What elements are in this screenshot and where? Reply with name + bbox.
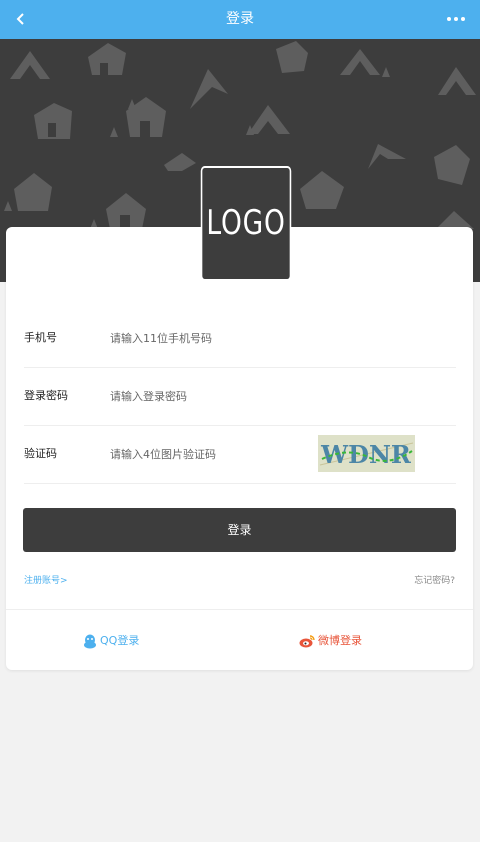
captcha-image[interactable]: WDNR: [318, 435, 415, 472]
qq-login-label: QQ登录: [100, 634, 140, 647]
password-row: 登录密码: [24, 367, 456, 426]
divider: [6, 609, 473, 610]
login-card: 手机号 登录密码 验证码 WDNR 登录 注册账号> 忘记密码? QQ登录: [6, 227, 473, 670]
top-nav-bar: 登录: [0, 0, 480, 39]
phone-input[interactable]: [110, 323, 310, 353]
weibo-icon: [299, 635, 315, 648]
captcha-row: 验证码 WDNR: [24, 425, 456, 484]
phone-label: 手机号: [24, 331, 57, 344]
phone-row: 手机号: [24, 309, 456, 368]
forgot-password-link[interactable]: 忘记密码?: [414, 573, 455, 586]
qq-login-button[interactable]: QQ登录: [83, 630, 139, 652]
captcha-text: WDNR: [320, 440, 412, 469]
qq-icon: [84, 634, 96, 648]
weibo-login-button[interactable]: 微博登录: [299, 630, 362, 652]
captcha-input[interactable]: [110, 439, 310, 469]
page-title: 登录: [226, 11, 254, 27]
app-logo: LOGO: [200, 166, 292, 281]
captcha-label: 验证码: [24, 447, 57, 460]
password-input[interactable]: [110, 381, 310, 411]
more-dots-icon[interactable]: [444, 9, 468, 29]
weibo-login-label: 微博登录: [318, 634, 362, 647]
register-link[interactable]: 注册账号>: [24, 573, 68, 586]
login-button[interactable]: 登录: [23, 508, 456, 552]
password-label: 登录密码: [24, 389, 68, 402]
